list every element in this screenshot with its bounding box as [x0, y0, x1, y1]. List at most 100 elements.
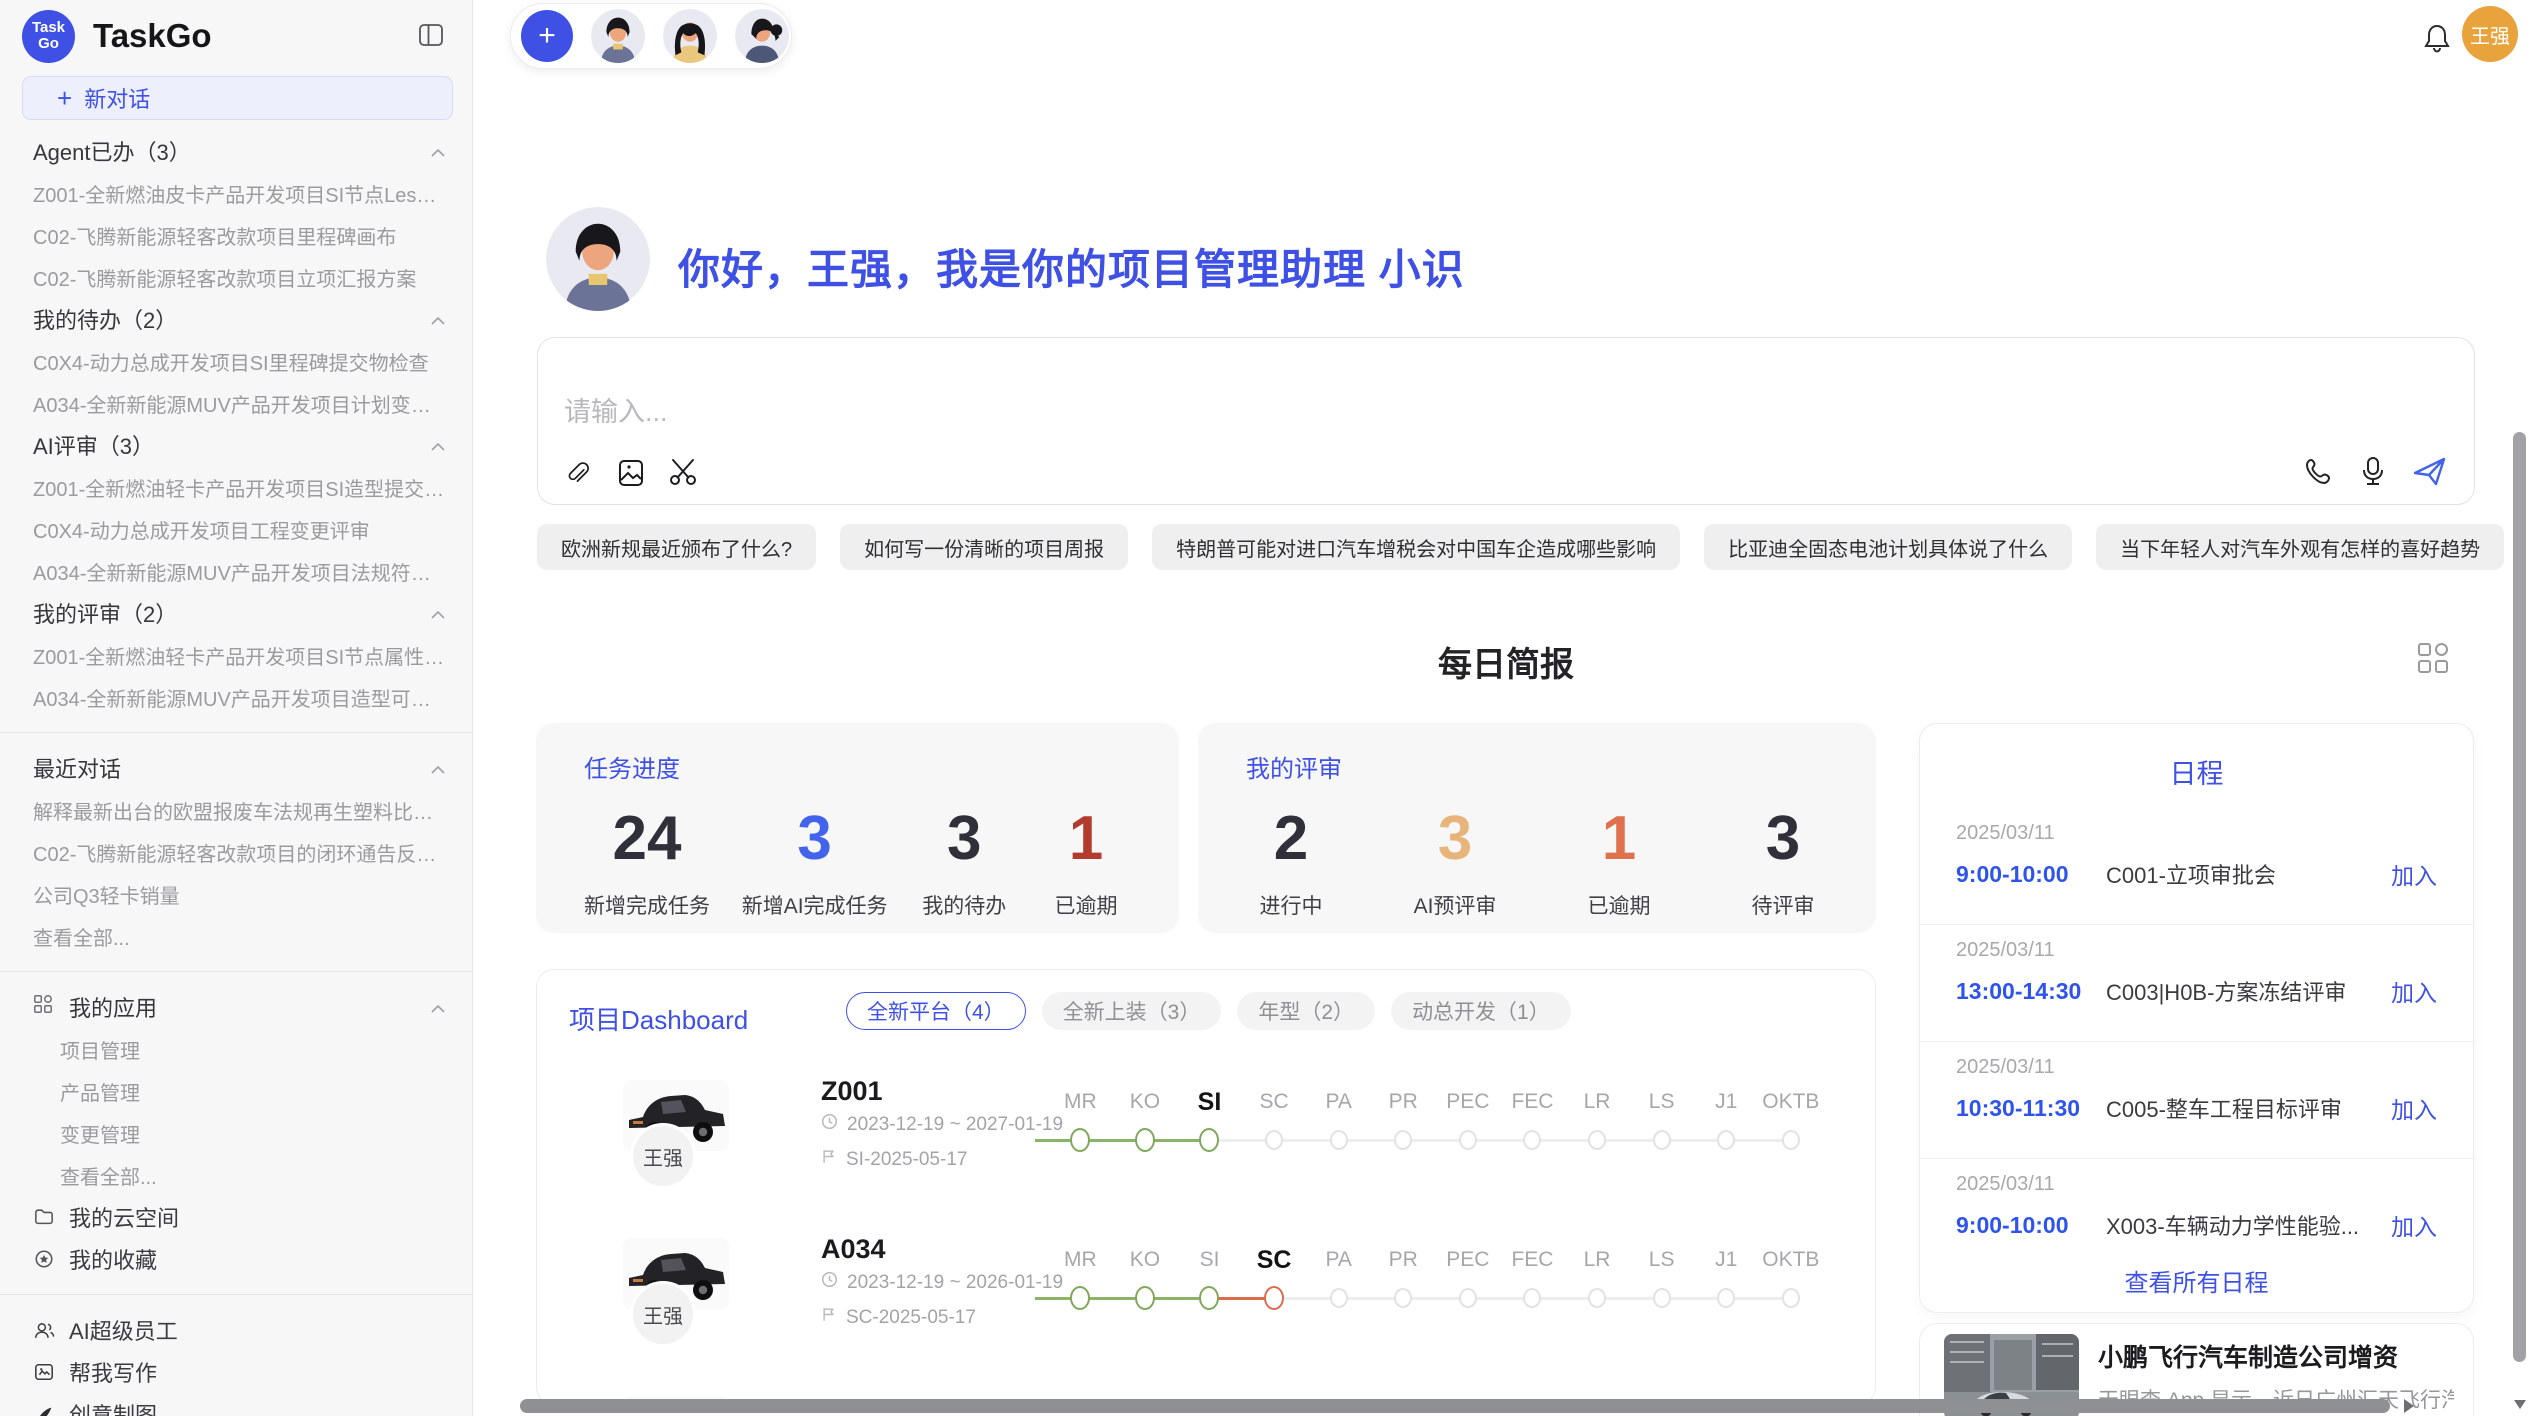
scroll-right-arrow-icon[interactable]: [2404, 1399, 2414, 1413]
milestone-label: KO: [1113, 1246, 1178, 1274]
agent-avatar[interactable]: [663, 9, 717, 63]
sidebar-tool-item[interactable]: AI超级员工: [0, 1309, 472, 1351]
sidebar-task-item[interactable]: C0X4-动力总成开发项目SI里程碑提交物检查: [0, 340, 472, 382]
milestone-label: MR: [1048, 1246, 1113, 1274]
horizontal-scrollbar[interactable]: [520, 1399, 2390, 1413]
clock-icon: [821, 1271, 838, 1294]
dashboard-tab[interactable]: 年型（2）: [1237, 992, 1375, 1030]
milestone-label: PR: [1371, 1246, 1436, 1274]
vertical-scrollbar[interactable]: [2513, 432, 2526, 1362]
recent-conversation-item[interactable]: 解释最新出台的欧盟报废车法规再生塑料比例被调至15%...: [0, 789, 472, 831]
sidebar-collapse-icon[interactable]: [416, 20, 446, 53]
stat-item: 3AI预评审: [1410, 806, 1500, 920]
join-meeting-link[interactable]: 加入: [2391, 857, 2437, 891]
image-upload-icon[interactable]: [616, 458, 646, 488]
agent-avatar[interactable]: [735, 9, 789, 63]
recent-conversation-item[interactable]: C02-飞腾新能源轻客改款项目的闭环通告反馈情况: [0, 831, 472, 873]
app-menu-item[interactable]: 变更管理: [0, 1112, 472, 1154]
stat-item: 1已逾期: [1574, 806, 1664, 920]
sidebar-task-item[interactable]: Z001-全新燃油皮卡产品开发项目SI节点Lesson Learn报告: [0, 172, 472, 214]
sidebar-task-item[interactable]: C0X4-动力总成开发项目工程变更评审: [0, 508, 472, 550]
suggestion-chip[interactable]: 欧洲新规最近颁布了什么?: [537, 524, 816, 570]
view-all-schedule-link[interactable]: 查看所有日程: [1920, 1263, 2473, 1298]
daily-briefing-title: 每日简报: [537, 637, 2475, 686]
suggestion-chip[interactable]: 当下年轻人对汽车外观有怎样的喜好趋势: [2096, 524, 2504, 570]
schedule-date: 2025/03/11: [1956, 1056, 2437, 1079]
app-menu-item[interactable]: 查看全部...: [0, 1154, 472, 1196]
suggestion-chip[interactable]: 特朗普可能对进口汽车增税会对中国车企造成哪些影响: [1152, 524, 1680, 570]
sidebar-task-item[interactable]: A034-全新新能源MUV产品开发项目造型可行性评审: [0, 676, 472, 718]
chevron-up-icon: [430, 432, 446, 458]
add-agent-button[interactable]: +: [521, 10, 573, 62]
dashboard-title: 项目Dashboard: [569, 1000, 748, 1037]
recent-section-header[interactable]: 最近对话: [0, 747, 472, 789]
dashboard-tab[interactable]: 动总开发（1）: [1391, 992, 1571, 1030]
app-menu-item[interactable]: 产品管理: [0, 1070, 472, 1112]
milestone-oktb: OKTB: [1759, 1088, 1824, 1160]
send-icon[interactable]: [2412, 456, 2448, 488]
user-avatar[interactable]: 王强: [2462, 6, 2518, 62]
microphone-icon[interactable]: [2360, 456, 2386, 488]
app-logo: Task Go: [22, 10, 75, 63]
sidebar-section-header[interactable]: Agent已办（3）: [0, 130, 472, 172]
send-toolbar: [2304, 456, 2448, 488]
chat-input[interactable]: [564, 390, 1464, 434]
chat-input-box[interactable]: [537, 337, 2475, 505]
milestone-dot: [1135, 1286, 1155, 1310]
assistant-avatar: [546, 207, 650, 311]
stat-value: 1: [1602, 806, 1636, 872]
notification-bell-icon[interactable]: [2421, 22, 2453, 56]
sidebar-item-folder[interactable]: 我的云空间: [0, 1196, 472, 1238]
milestone-ko: KO: [1113, 1246, 1178, 1318]
voice-call-icon[interactable]: [2304, 457, 2334, 487]
sidebar-task-item[interactable]: C02-飞腾新能源轻客改款项目里程碑画布: [0, 214, 472, 256]
milestone-label: LR: [1565, 1246, 1630, 1274]
join-meeting-link[interactable]: 加入: [2391, 974, 2437, 1008]
project-row[interactable]: 王强Z0012023-12-19 ~ 2027-01-19SI-2025-05-…: [537, 1066, 1876, 1196]
milestone-si: SI: [1177, 1246, 1242, 1318]
agent-avatar-group: [591, 9, 789, 63]
section-title: 我的应用: [69, 991, 416, 1023]
attach-file-icon[interactable]: [564, 458, 594, 488]
stat-card-title: 我的评审: [1246, 749, 1828, 784]
plus-icon: +: [57, 87, 72, 109]
milestone-dot: [1330, 1288, 1348, 1308]
sidebar-tool-item[interactable]: 创意制图: [0, 1393, 472, 1416]
suggestion-chip[interactable]: 如何写一份清晰的项目周报: [840, 524, 1128, 570]
milestone-dot: [1394, 1288, 1412, 1308]
sidebar-task-item[interactable]: A034-全新新能源MUV产品开发项目计划变更表编写: [0, 382, 472, 424]
dashboard-tab[interactable]: 全新平台（4）: [846, 992, 1026, 1030]
screenshot-scissors-icon[interactable]: [668, 458, 700, 488]
section-title: 我的评审（2）: [33, 597, 430, 629]
schedule-name: C005-整车工程目标评审: [2106, 1092, 2391, 1124]
sidebar-item-badge[interactable]: 我的收藏: [0, 1238, 472, 1280]
dashboard-tabs: 全新平台（4） 全新上装（3） 年型（2） 动总开发（1）: [846, 992, 1571, 1030]
suggestion-chip[interactable]: 比亚迪全固态电池计划具体说了什么: [1704, 524, 2072, 570]
recent-conversation-item[interactable]: 公司Q3轻卡销量: [0, 873, 472, 915]
milestone-ls: LS: [1629, 1088, 1694, 1160]
sidebar-section-header[interactable]: 我的评审（2）: [0, 592, 472, 634]
stat-label: 进行中: [1260, 890, 1323, 920]
stat-value: 3: [1766, 806, 1800, 872]
dashboard-tab[interactable]: 全新上装（3）: [1042, 992, 1222, 1030]
join-meeting-link[interactable]: 加入: [2391, 1208, 2437, 1242]
new-chat-button[interactable]: + 新对话: [22, 76, 453, 120]
sidebar-section-header[interactable]: AI评审（3）: [0, 424, 472, 466]
sidebar-section-header[interactable]: 我的待办（2）: [0, 298, 472, 340]
my-apps-header[interactable]: 我的应用: [0, 986, 472, 1028]
sidebar-task-item[interactable]: C02-飞腾新能源轻客改款项目立项汇报方案: [0, 256, 472, 298]
milestone-si: SI: [1177, 1088, 1242, 1160]
app-menu-item[interactable]: 项目管理: [0, 1028, 472, 1070]
briefing-layout-icon[interactable]: [2416, 641, 2450, 678]
milestone-label: LS: [1629, 1246, 1694, 1274]
flag-icon: [821, 1306, 837, 1329]
sidebar-task-item[interactable]: Z001-全新燃油轻卡产品开发项目SI造型提交物评审: [0, 466, 472, 508]
sidebar-task-item[interactable]: Z001-全新燃油轻卡产品开发项目SI节点属性5D文件评审: [0, 634, 472, 676]
recent-view-all-link[interactable]: 查看全部...: [0, 915, 472, 957]
scroll-down-arrow-icon[interactable]: [2514, 1400, 2526, 1409]
project-row[interactable]: 王强A0342023-12-19 ~ 2026-01-19SC-2025-05-…: [537, 1224, 1876, 1354]
sidebar-task-item[interactable]: A034-全新新能源MUV产品开发项目法规符合性评审: [0, 550, 472, 592]
join-meeting-link[interactable]: 加入: [2391, 1091, 2437, 1125]
sidebar-tool-item[interactable]: 帮我写作: [0, 1351, 472, 1393]
agent-avatar[interactable]: [591, 9, 645, 63]
